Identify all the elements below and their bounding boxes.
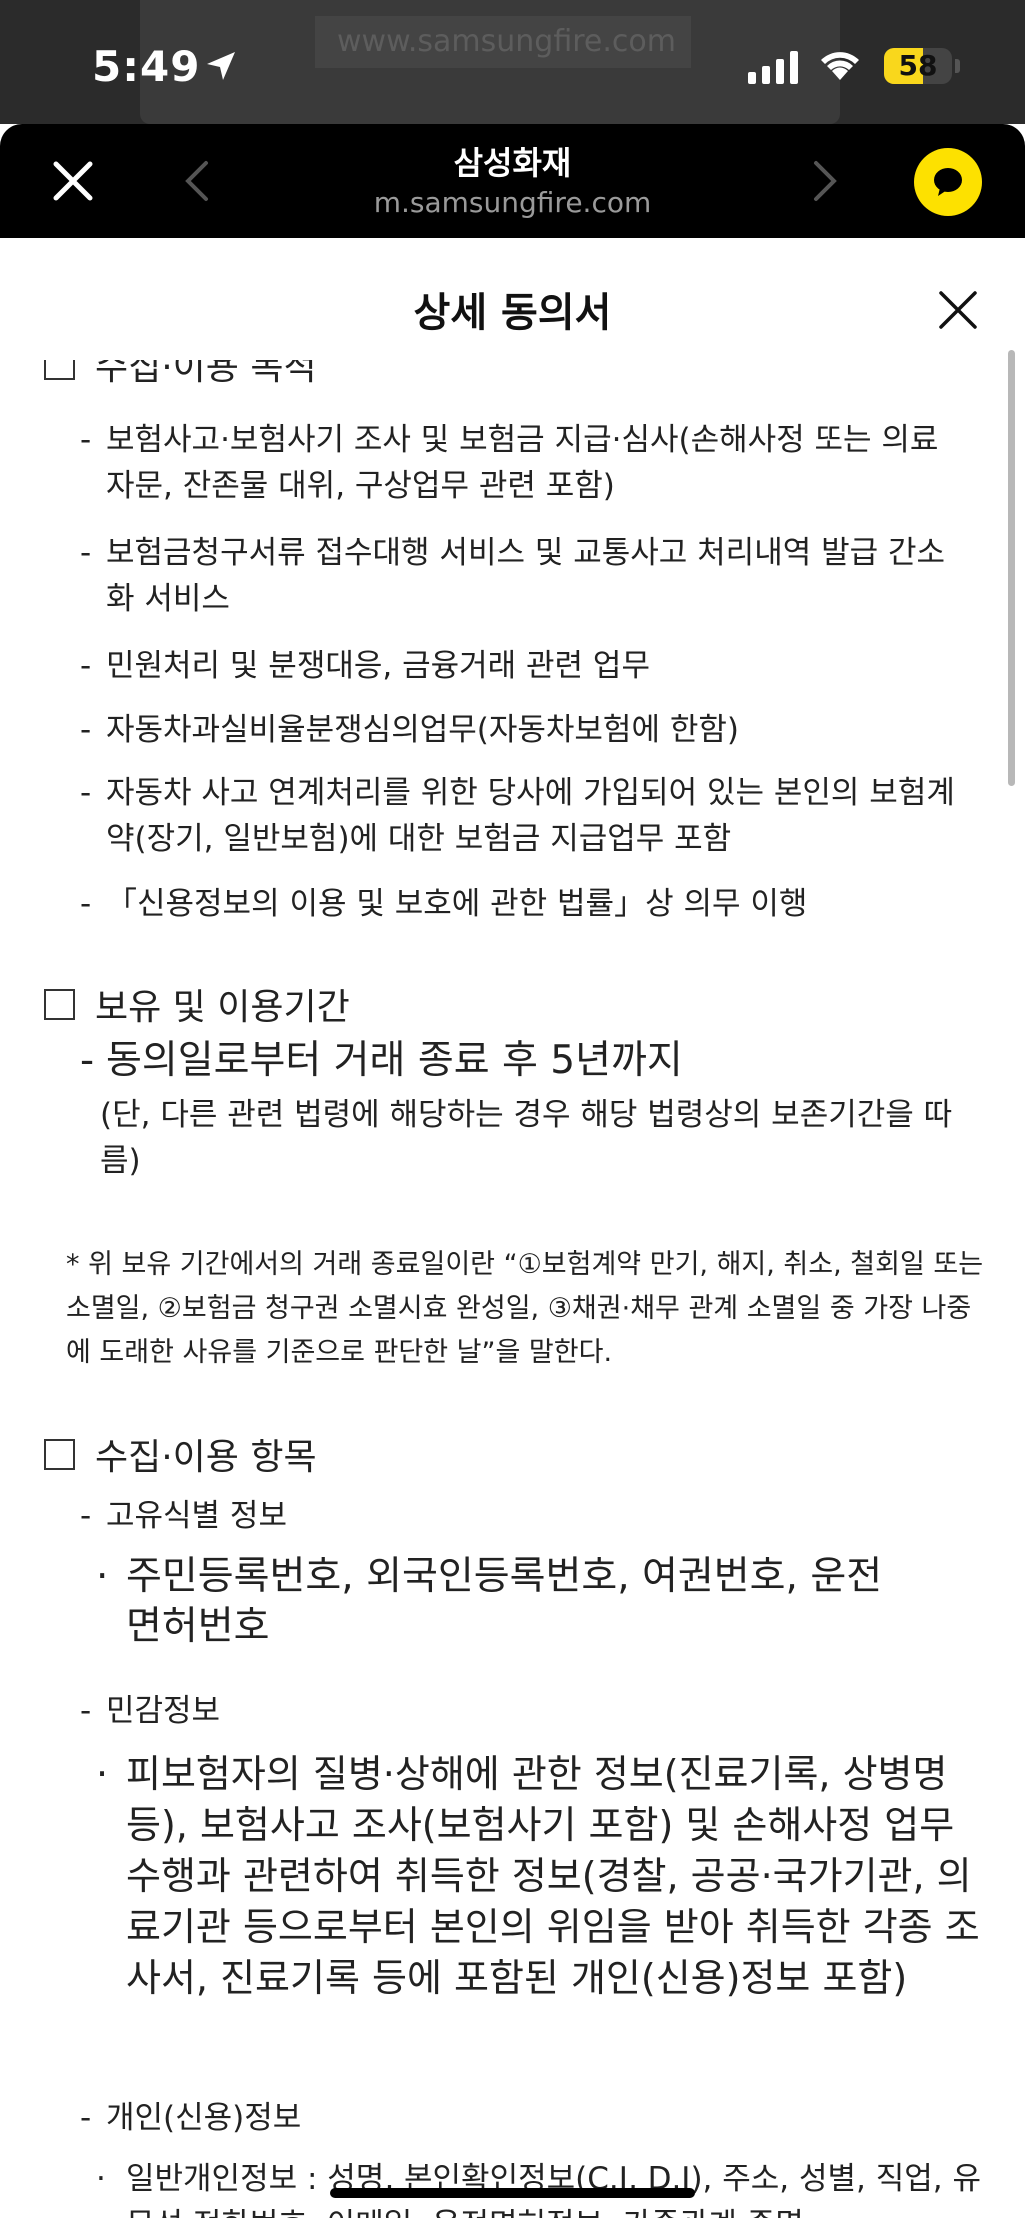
status-bar: www.samsungfire.com 5:49 58: [0, 0, 1025, 124]
personal-label: - 개인(신용)정보: [80, 2092, 301, 2137]
wifi-icon: [821, 52, 859, 80]
section-heading-retention: 보유 및 이용기간: [44, 978, 350, 1030]
sensitive-label: - 민감정보: [80, 1685, 220, 1730]
checkbox-icon: [44, 988, 75, 1020]
status-time: 5:49: [92, 42, 201, 91]
unique-id-value-text: 주민등록번호, 외국인등록번호, 여권번호, 운전면허번호: [126, 1554, 883, 1649]
battery-icon: 58: [884, 48, 952, 84]
personal-value: · 일반개인정보 : 성명, 본인확인정보(C.I, D.I), 주소, 성별,…: [96, 2156, 986, 2218]
unique-id-label-text: 고유식별 정보: [106, 1498, 287, 1534]
location-arrow-icon: [207, 52, 235, 80]
list-item-text: 자동차과실비율분쟁심의업무(자동차보험에 한함): [106, 712, 739, 748]
checkbox-icon: [44, 1438, 75, 1470]
list-item-text: 자동차 사고 연계처리를 위한 당사에 가입되어 있는 본인의 보험계약(장기,…: [106, 775, 955, 857]
consent-content[interactable]: 수집·이용 목적 - 보험사고·보험사기 조사 및 보험금 지급·심사(손해사정 …: [0, 360, 1025, 2218]
retention-period: - 동의일로부터 거래 종료 후 5년까지: [80, 1036, 980, 1086]
section-heading-purpose: 수집·이용 목적: [44, 360, 317, 390]
sensitive-label-text: 민감정보: [106, 1693, 221, 1729]
scrollbar[interactable]: [1008, 350, 1015, 786]
sensitive-value: · 피보험자의 질병·상해에 관한 정보(진료기록, 상병명 등), 보험사고 …: [96, 1749, 986, 2004]
list-item: - 보험사고·보험사기 조사 및 보험금 지급·심사(손해사정 또는 의료자문, …: [80, 417, 980, 509]
bullet-dot: ·: [96, 2161, 106, 2197]
battery-percent: 58: [898, 49, 938, 82]
list-item-text: 보험금청구서류 접수대행 서비스 및 교통사고 처리내역 발급 간소화 서비스: [106, 535, 946, 617]
sensitive-value-text: 피보험자의 질병·상해에 관한 정보(진료기록, 상병명 등), 보험사고 조사…: [126, 1752, 980, 2000]
home-indicator[interactable]: [330, 2188, 695, 2198]
list-item-text: 민원처리 및 분쟁대응, 금융거래 관련 업무: [106, 648, 650, 684]
battery-tip: [955, 59, 960, 73]
section-heading-text: 수집·이용 항목: [95, 1437, 317, 1478]
section-heading-items: 수집·이용 항목: [44, 1428, 317, 1480]
page-title: 상세 동의서: [413, 290, 612, 336]
dash: -: [80, 648, 92, 684]
personal-label-text: 개인(신용)정보: [106, 2100, 302, 2136]
dash: -: [80, 775, 92, 811]
site-url: m.samsungfire.com: [373, 186, 652, 219]
dash: -: [80, 422, 92, 458]
dash: -: [80, 1038, 95, 1083]
dash: -: [80, 886, 92, 922]
background-page: www.samsungfire.com: [140, 0, 840, 124]
dash: -: [80, 2100, 92, 2136]
dash: -: [80, 1498, 92, 1534]
list-item: - 민원처리 및 분쟁대응, 금융거래 관련 업무: [80, 643, 980, 689]
browser-nav-bar: 삼성화재 m.samsungfire.com: [0, 124, 1025, 238]
personal-value-text: 일반개인정보 : 성명, 본인확인정보(C.I, D.I), 주소, 성별, 직…: [126, 2161, 982, 2218]
retention-note: * 위 보유 기간에서의 거래 종료일이란 “①보험계약 만기, 해지, 취소,…: [66, 1249, 984, 1368]
forward-chevron-icon[interactable]: [808, 157, 844, 205]
list-item-text: 보험사고·보험사기 조사 및 보험금 지급·심사(손해사정 또는 의료자문, 잔…: [106, 422, 939, 504]
list-item-text: 「신용정보의 이용 및 보호에 관한 법률」상 의무 이행: [106, 886, 808, 922]
dash: -: [80, 1693, 92, 1729]
site-title: 삼성화재: [453, 144, 572, 182]
list-item: - 자동차 사고 연계처리를 위한 당사에 가입되어 있는 본인의 보험계약(장기…: [80, 770, 980, 862]
list-item: - 보험금청구서류 접수대행 서비스 및 교통사고 처리내역 발급 간소화 서비스: [80, 530, 980, 622]
chat-bubble-icon: [934, 168, 962, 196]
retention-exception: (단, 다른 관련 법령에 해당하는 경우 해당 법령상의 보존기간을 따름): [100, 1097, 953, 1179]
section-heading-text: 수집·이용 목적: [95, 360, 317, 388]
background-url: www.samsungfire.com: [315, 16, 691, 68]
close-icon[interactable]: [938, 290, 978, 330]
retention-period-text: 동의일로부터 거래 종료 후 5년까지: [106, 1038, 683, 1083]
checkbox-icon: [44, 360, 75, 380]
dash: -: [80, 535, 92, 571]
unique-id-label: - 고유식별 정보: [80, 1490, 287, 1535]
bullet-dot: ·: [96, 1752, 109, 1796]
unique-id-value: · 주민등록번호, 외국인등록번호, 여권번호, 운전면허번호: [96, 1552, 986, 1652]
cellular-signal-icon: [748, 50, 798, 84]
chat-button[interactable]: [914, 148, 982, 216]
dash: -: [80, 712, 92, 748]
list-item: - 자동차과실비율분쟁심의업무(자동차보험에 한함): [80, 707, 980, 753]
bullet-dot: ·: [96, 1554, 109, 1599]
document-header: 상세 동의서: [0, 238, 1025, 360]
list-item: - 「신용정보의 이용 및 보호에 관한 법률」상 의무 이행: [80, 881, 980, 927]
section-heading-text: 보유 및 이용기간: [95, 987, 350, 1028]
